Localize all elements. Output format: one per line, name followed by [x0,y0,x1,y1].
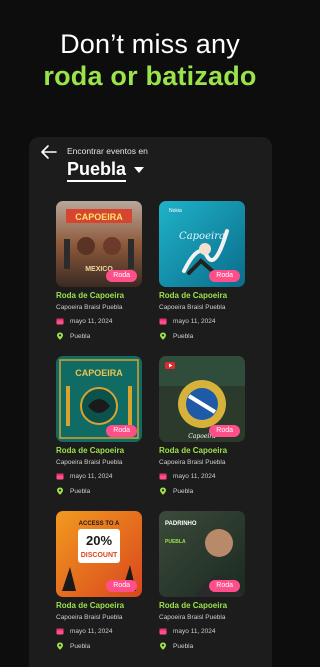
event-thumbnail: CAPOEIRA Roda [56,356,142,442]
event-date: mayo 11, 2024 [70,317,113,325]
event-location: Puebla [173,487,194,495]
city-dropdown[interactable]: Puebla [67,157,145,183]
event-thumbnail: Nokia Capoeira Roda [159,201,245,287]
category-badge: Roda [209,425,240,437]
chevron-down-icon [134,167,145,173]
location-pin-icon [57,487,63,495]
city-name: Puebla [67,158,127,182]
thumb-title: Capoeira [179,231,225,242]
calendar-icon [56,318,64,325]
event-organizer: Capoeira Braisl Puebla [56,459,123,466]
event-date-row: mayo 11, 2024 [56,472,113,480]
event-title: Roda de Capoeira [159,291,228,300]
event-organizer: Capoeira Braisl Puebla [56,304,123,311]
category-badge: Roda [209,580,240,592]
event-location-row: Puebla [56,332,90,340]
event-date: mayo 11, 2024 [173,627,216,635]
event-location: Puebla [70,487,91,495]
event-location-row: Puebla [56,487,90,495]
event-title: Roda de Capoeira [159,446,228,455]
event-location-row: Puebla [159,332,193,340]
thumb-title: CAPOEIRA [75,368,123,378]
category-badge: Roda [106,580,137,592]
event-card[interactable]: CAPOEIRA MEXICO Roda Roda de Capoeira Ca… [56,201,142,341]
event-organizer: Capoeira Braisl Puebla [159,614,226,621]
event-date-row: mayo 11, 2024 [56,317,113,325]
event-thumbnail: CAPOEIRA MEXICO Roda [56,201,142,287]
category-badge: Roda [209,270,240,282]
event-date: mayo 11, 2024 [173,472,216,480]
app-screen: Encontrar eventos en Puebla CAPOEIRA MEX… [29,137,272,667]
event-location-row: Puebla [159,487,193,495]
event-date-row: mayo 11, 2024 [159,627,216,635]
event-title: Roda de Capoeira [56,291,125,300]
location-pin-icon [160,642,166,650]
promo-highlight: roda or batizado [43,61,257,91]
thumb-brand: Nokia [169,208,182,214]
event-location: Puebla [173,642,194,650]
event-title: Roda de Capoeira [159,601,228,610]
event-location: Puebla [173,332,194,340]
event-location: Puebla [70,332,91,340]
calendar-icon [159,473,167,480]
thumb-title: PADRINHO [165,521,197,527]
event-date: mayo 11, 2024 [70,627,113,635]
event-organizer: Capoeira Braisl Puebla [56,614,123,621]
thumb-big: 20% [86,533,112,548]
event-location-row: Puebla [56,642,90,650]
promo-headline: Don’t miss any [60,29,240,59]
event-thumbnail: ACCESS TO A 20% DISCOUNT Roda [56,511,142,597]
event-card[interactable]: PADRINHO PUEBLA Roda Roda de Capoeira Ca… [159,511,245,651]
event-card[interactable]: Nokia Capoeira Roda Roda de Capoeira Cap… [159,201,245,341]
find-events-label: Encontrar eventos en [67,146,148,156]
event-thumbnail: PADRINHO PUEBLA Roda [159,511,245,597]
event-title: Roda de Capoeira [56,446,125,455]
event-organizer: Capoeira Braisl Puebla [159,304,226,311]
thumb-line2: DISCOUNT [81,552,118,559]
event-card[interactable]: CAPOEIRA Roda Roda de Capoeira Capoeira … [56,356,142,496]
location-pin-icon [57,332,63,340]
calendar-icon [159,628,167,635]
thumb-line1: ACCESS TO A [79,521,120,527]
event-thumbnail: Capoeira Roda [159,356,245,442]
calendar-icon [159,318,167,325]
promo-banner: Don’t miss any roda or batizado [0,0,300,110]
calendar-icon [56,628,64,635]
location-pin-icon [57,642,63,650]
calendar-icon [56,473,64,480]
event-location: Puebla [70,642,91,650]
event-date: mayo 11, 2024 [70,472,113,480]
category-badge: Roda [106,425,137,437]
event-card[interactable]: Capoeira Roda Roda de Capoeira Capoeira … [159,356,245,496]
event-date-row: mayo 11, 2024 [159,317,216,325]
event-date-row: mayo 11, 2024 [56,627,113,635]
event-date: mayo 11, 2024 [173,317,216,325]
event-title: Roda de Capoeira [56,601,125,610]
thumb-title: CAPOEIRA [75,212,123,222]
category-badge: Roda [106,270,137,282]
thumb-subtitle: PUEBLA [165,539,186,545]
event-location-row: Puebla [159,642,193,650]
event-date-row: mayo 11, 2024 [159,472,216,480]
event-card[interactable]: ACCESS TO A 20% DISCOUNT Roda Roda de Ca… [56,511,142,651]
event-organizer: Capoeira Braisl Puebla [159,459,226,466]
back-arrow-icon[interactable] [40,144,58,160]
location-pin-icon [160,487,166,495]
location-pin-icon [160,332,166,340]
